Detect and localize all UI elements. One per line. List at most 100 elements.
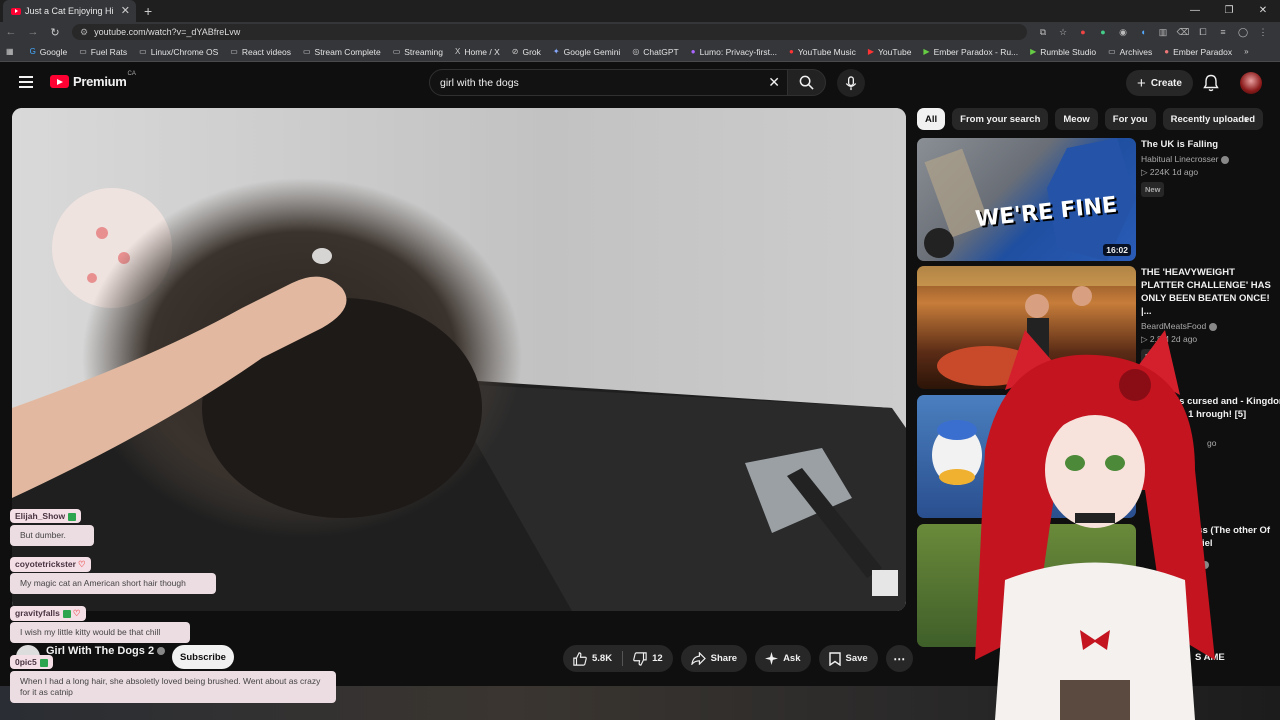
video-player[interactable] — [12, 108, 906, 611]
bookmark-item[interactable]: ▭ Fuel Rats — [79, 47, 127, 57]
save-button[interactable]: Save — [818, 645, 878, 672]
dislike-count: 12 — [652, 653, 663, 664]
chat-text: But dumber. — [10, 525, 94, 546]
forward-icon[interactable]: → — [22, 26, 44, 38]
create-button[interactable]: + Create — [1126, 70, 1193, 96]
bookmark-item[interactable]: ⊘ Grok — [512, 47, 541, 57]
bookmark-item[interactable]: ● Ember Paradox — [1164, 47, 1232, 57]
bookmarks-bar: ▦ G Google ▭ Fuel Rats ▭ Linux/Chrome OS ▭ R… — [0, 42, 1280, 62]
site-info-icon[interactable]: ⚙ — [80, 27, 88, 38]
bookmark-star-icon[interactable]: ☆ — [1053, 27, 1073, 38]
filter-chips: All From your search Meow For you Recent… — [917, 108, 1270, 130]
extensions-puzzle-icon[interactable]: ⧠ — [1193, 27, 1213, 38]
chat-username: coyotetrickster ♡ — [10, 557, 91, 572]
bookmark-item[interactable]: X Home / X — [455, 47, 500, 57]
chip-from-your-search[interactable]: From your search — [952, 108, 1049, 130]
bookmark-item[interactable]: ▭ React videos — [230, 47, 291, 57]
like-dislike-group: 5.8K 12 — [563, 645, 673, 672]
recommendation-item[interactable]: WE'RE FINE 16:02 The UK is Falling Habit… — [917, 138, 1280, 261]
install-icon[interactable]: ⧉ — [1033, 27, 1053, 38]
share-button[interactable]: Share — [680, 645, 748, 672]
menu-hamburger-icon[interactable] — [19, 76, 33, 88]
back-icon[interactable]: ← — [0, 26, 22, 38]
thumbs-up-icon — [573, 651, 587, 666]
extension-icon[interactable]: ▥ — [1153, 27, 1173, 38]
recommendation-title[interactable]: The UK is Falling — [1141, 138, 1273, 151]
chat-message: 0pic5 When I had a long hair, she absole… — [10, 652, 336, 703]
thumbs-down-icon — [633, 651, 647, 666]
chat-text: I wish my little kitty would be that chi… — [10, 622, 190, 643]
bookmark-item[interactable]: ◎ ChatGPT — [632, 47, 678, 57]
profile-icon[interactable]: ◯ — [1233, 27, 1253, 38]
chat-badge-icon — [62, 609, 71, 618]
heart-badge-icon: ♡ — [77, 559, 86, 569]
menu-kebab-icon[interactable]: ⋮ — [1253, 27, 1273, 38]
browser-toolbar: ← → ↻ ⚙ youtube.com/watch?v=_dYABfreLvw … — [0, 22, 1280, 42]
bookmark-icon — [828, 651, 841, 666]
new-tab-icon[interactable]: + — [144, 3, 152, 19]
voice-search-button[interactable] — [837, 69, 865, 97]
chat-text: When I had a long hair, she absoletly lo… — [10, 671, 336, 703]
youtube-play-icon — [50, 75, 69, 88]
search-button[interactable] — [787, 69, 826, 96]
share-icon — [690, 652, 706, 665]
chat-message: Elijah_Show But dumber. — [10, 506, 94, 546]
bookmark-item[interactable]: ▭ Stream Complete — [303, 47, 381, 57]
extension-icon[interactable]: ● — [1073, 27, 1093, 38]
bookmark-item[interactable]: ▭ Linux/Chrome OS — [139, 47, 218, 57]
ask-button[interactable]: Ask — [755, 645, 811, 672]
chip-recently-uploaded[interactable]: Recently uploaded — [1162, 108, 1264, 130]
like-button[interactable]: 5.8K — [563, 645, 622, 672]
bookmark-item[interactable]: ▶ Rumble Studio — [1030, 47, 1096, 57]
search-input[interactable]: girl with the dogs ✕ — [429, 69, 789, 96]
chat-username: 0pic5 — [10, 655, 53, 669]
chevron-right-icon[interactable]: › — [1244, 112, 1248, 126]
minimize-icon[interactable]: — — [1178, 0, 1212, 22]
extension-icon[interactable]: ● — [1093, 27, 1113, 38]
extension-icon[interactable]: ◖ — [1133, 27, 1153, 38]
bookmark-item[interactable]: ● YouTube Music — [789, 47, 856, 57]
bookmark-item[interactable]: ● Lumo: Privacy-first... — [691, 47, 777, 57]
youtube-premium-logo[interactable]: Premium CA — [50, 71, 136, 89]
apps-icon[interactable]: ▦ — [6, 47, 18, 56]
dislike-button[interactable]: 12 — [623, 645, 673, 672]
video-thumbnail[interactable]: WE'RE FINE 16:02 — [917, 138, 1136, 261]
screen: { "browser": { "tab_title": "Just a Cat … — [0, 0, 1280, 720]
account-avatar[interactable] — [1240, 72, 1262, 94]
close-window-icon[interactable]: ✕ — [1246, 0, 1280, 22]
reload-icon[interactable]: ↻ — [44, 26, 66, 39]
restore-icon[interactable]: ❐ — [1212, 0, 1246, 22]
bookmark-item[interactable]: ▶ Ember Paradox - Ru... — [923, 47, 1018, 57]
chat-badge-icon — [39, 658, 48, 667]
chat-message: gravityfalls ♡ I wish my little kitty wou… — [10, 603, 190, 643]
recommendation-title[interactable]: THE 'HEAVYWEIGHT PLATTER CHALLENGE' HAS … — [1141, 266, 1273, 318]
like-count: 5.8K — [592, 653, 613, 664]
bookmark-item[interactable]: ▭ Archives — [1108, 47, 1152, 57]
more-bookmarks-icon[interactable]: » — [1244, 47, 1252, 56]
chat-username: Elijah_Show — [10, 509, 82, 523]
notifications-bell-icon[interactable] — [1203, 74, 1219, 92]
chip-all[interactable]: All — [917, 108, 946, 130]
address-bar[interactable]: ⚙ youtube.com/watch?v=_dYABfreLvw — [72, 24, 1027, 40]
bookmark-item[interactable]: G Google — [30, 47, 68, 57]
tab-title: Just a Cat Enjoying His — [25, 6, 113, 16]
chip-meow[interactable]: Meow — [1055, 108, 1098, 130]
extension-icon[interactable]: ◉ — [1113, 27, 1133, 38]
bookmark-item[interactable]: ▶ YouTube — [868, 47, 912, 57]
extensions-bar: ⧉ ☆ ● ● ◉ ◖ ▥ ⌫ ⧠ ≡ ◯ ⋮ — [1033, 27, 1273, 38]
video-frame — [12, 108, 906, 611]
microphone-icon — [845, 75, 857, 90]
video-meta: ▷ 224K 1d ago — [1141, 167, 1199, 177]
video-duration: 16:02 — [1103, 244, 1131, 256]
extension-icon[interactable]: ⌫ — [1173, 27, 1193, 38]
chat-message: coyotetrickster ♡ My magic cat an America… — [10, 554, 216, 594]
bookmark-item[interactable]: ✦ Google Gemini — [553, 47, 620, 57]
close-tab-icon[interactable]: ✕ — [121, 4, 130, 17]
bookmark-item[interactable]: ▭ Streaming — [393, 47, 443, 57]
browser-tab[interactable]: Just a Cat Enjoying His ✕ — [3, 0, 136, 22]
chip-for-you[interactable]: For you — [1104, 108, 1156, 130]
clear-search-icon[interactable]: ✕ — [768, 74, 780, 91]
new-badge: New — [1141, 182, 1165, 197]
media-icon[interactable]: ≡ — [1213, 27, 1233, 38]
channel-name[interactable]: Habitual Linecrosser — [1141, 154, 1218, 164]
